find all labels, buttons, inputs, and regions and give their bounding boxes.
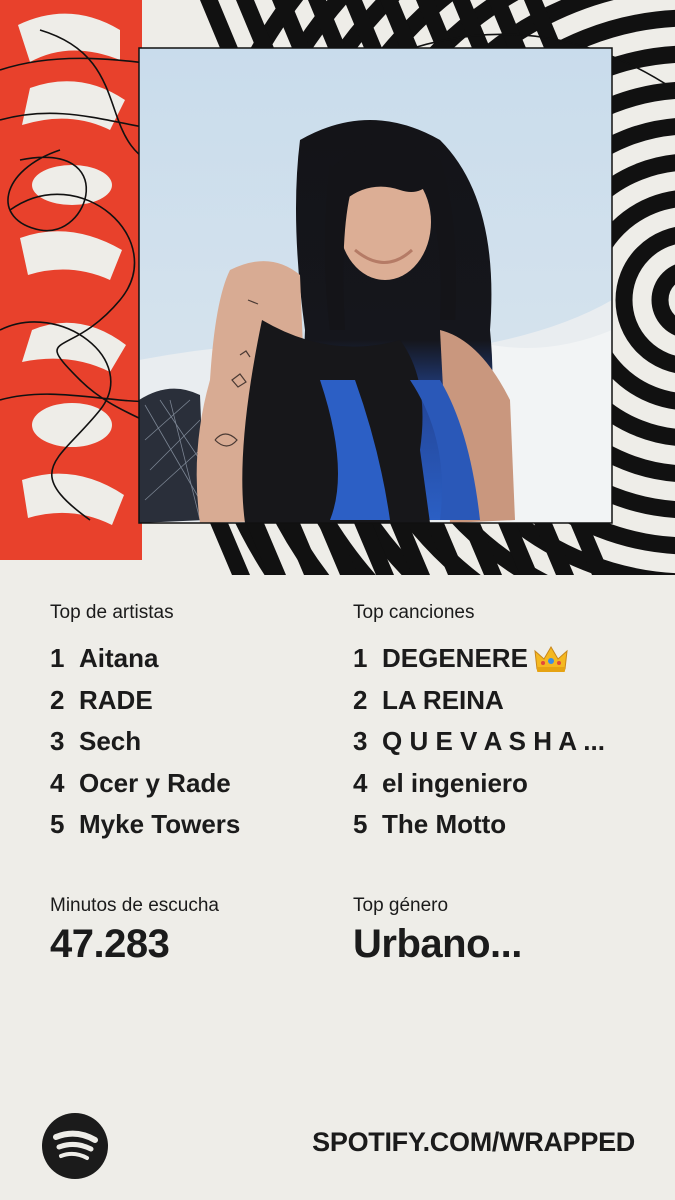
artist-rank: 3: [50, 726, 65, 757]
genre-label: Top género: [353, 895, 449, 916]
song-name: Q U E V A S H A ...: [382, 726, 605, 757]
top-songs-list: 1 DEGENERE 2 LA REINA 3 Q U E V A S H A ...…: [353, 638, 605, 846]
artist-name: Ocer y Rade: [79, 767, 231, 798]
artist-item-3[interactable]: 3 Sech: [50, 721, 240, 763]
artist-name: RADE: [79, 684, 153, 715]
song-name: The Motto: [382, 809, 507, 840]
song-name: DEGENERE: [382, 643, 528, 674]
song-item-1[interactable]: 1 DEGENERE: [353, 638, 605, 680]
artist-item-5[interactable]: 5 Myke Towers: [50, 804, 240, 846]
artist-item-1[interactable]: 1 Aitana: [50, 638, 240, 680]
song-name: el ingeniero: [382, 767, 528, 798]
top-artists-label: Top de artistas: [50, 602, 174, 623]
artist-rank: 1: [50, 643, 65, 674]
artist-rank: 4: [50, 767, 65, 798]
artist-item-2[interactable]: 2 RADE: [50, 680, 240, 722]
artist-item-4[interactable]: 4 Ocer y Rade: [50, 763, 240, 805]
genre-value: Urbano...: [353, 922, 522, 966]
artist-name: Myke Towers: [79, 809, 241, 840]
song-item-4[interactable]: 4 el ingeniero: [353, 763, 605, 805]
top-songs-label: Top canciones: [353, 602, 475, 623]
artist-portrait-image: [139, 48, 612, 523]
song-rank: 3: [353, 726, 368, 757]
minutes-label: Minutos de escucha: [50, 895, 219, 916]
crown-icon: [534, 645, 568, 672]
song-item-5[interactable]: 5 The Motto: [353, 804, 605, 846]
wrapped-url-link[interactable]: SPOTIFY.COM/WRAPPED: [270, 1127, 635, 1158]
song-name: LA REINA: [382, 684, 504, 715]
wrapped-artwork: [0, 0, 675, 575]
stats-section: Top de artistas 1 Aitana 2 RADE 3 Sech 4 Oce…: [0, 575, 675, 1200]
minutes-value: 47.283: [50, 922, 170, 966]
song-rank: 1: [353, 643, 368, 674]
song-rank: 5: [353, 809, 368, 840]
top-artists-list: 1 Aitana 2 RADE 3 Sech 4 Ocer y Rade 5 Myke T…: [50, 638, 240, 846]
song-item-3[interactable]: 3 Q U E V A S H A ...: [353, 721, 605, 763]
spotify-logo-icon[interactable]: [42, 1113, 108, 1179]
song-item-2[interactable]: 2 LA REINA: [353, 680, 605, 722]
artist-name: Sech: [79, 726, 142, 757]
artist-name: Aitana: [79, 643, 159, 674]
wrapped-card: Top de artistas 1 Aitana 2 RADE 3 Sech 4 Oce…: [0, 0, 675, 1200]
song-rank: 2: [353, 684, 368, 715]
song-rank: 4: [353, 767, 368, 798]
artist-rank: 2: [50, 684, 65, 715]
artist-rank: 5: [50, 809, 65, 840]
